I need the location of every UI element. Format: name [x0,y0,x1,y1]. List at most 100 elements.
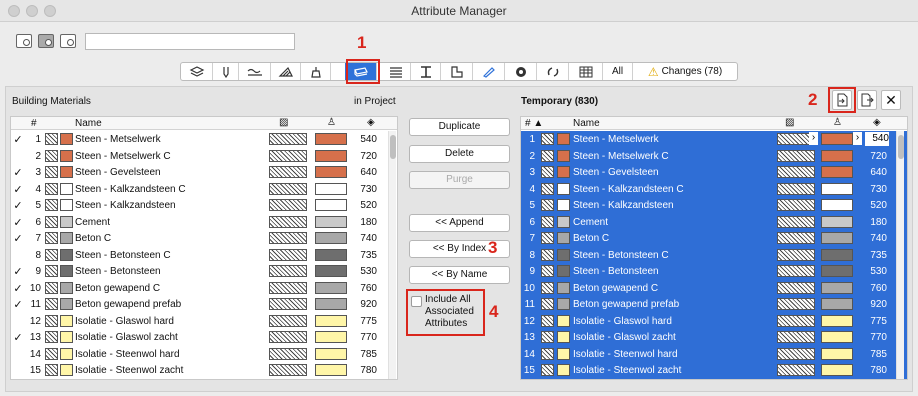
export-file-icon[interactable] [857,90,877,110]
building-materials-icon[interactable] [345,63,377,80]
table-row[interactable]: 12 Isolatie - Glaswol hard 775 [11,313,397,330]
table-row[interactable]: ✓ 6 Cement 180 [11,214,397,231]
checkmark-icon: ✓ [13,134,23,146]
detail-view-icon[interactable] [60,34,76,48]
markup-styles-icon[interactable] [473,63,505,80]
table-row[interactable]: ✓ 10 Beton gewapend C 760 [11,280,397,297]
table-row[interactable]: 14 Isolatie - Steenwol hard 785 [521,345,907,362]
color-swatch [557,166,570,178]
col-name-header[interactable]: Name [75,118,102,129]
table-row[interactable]: ✓ 5 Steen - Kalkzandsteen 520 [11,197,397,214]
checkmark-icon: ✓ [13,266,23,278]
row-index: 15 [523,365,535,376]
renovation-icon[interactable] [537,63,569,80]
row-index: 11 [30,299,41,310]
checkmark-icon: ✓ [13,183,23,196]
cut-fill-pattern [777,199,815,211]
surface-color-swatch [315,248,347,261]
row-index: 1 [529,134,535,145]
layers-icon[interactable] [181,63,213,80]
table-row[interactable]: 9 Steen - Betonsteen 530 [521,263,907,280]
table-row[interactable]: 6 Cement 180 [521,213,907,230]
list-view-icon[interactable] [16,34,32,48]
surface-color-swatch [315,199,347,211]
table-row[interactable]: 8 Steen - Betonsteen C 735 [11,247,397,264]
color-swatch [557,265,570,277]
surface-color-swatch [315,298,347,310]
table-row[interactable]: 10 Beton gewapend C 760 [521,279,907,296]
col-index-header[interactable]: # [31,118,37,129]
split-view-icon[interactable] [38,34,54,48]
profiles-icon[interactable] [411,63,441,80]
composites-icon[interactable] [381,63,411,80]
delete-button[interactable]: Delete [409,145,510,163]
table-row[interactable]: ✓ 13 Isolatie - Glaswol zacht 770 [11,329,397,346]
row-name: Isolatie - Steenwol zacht [75,365,184,376]
surface-color-swatch [821,281,853,294]
table-row[interactable]: 15 Isolatie - Steenwol zacht 780 [11,362,397,379]
surface-color-swatch [315,364,347,376]
color-swatch [60,281,73,294]
pens-icon[interactable] [213,63,239,80]
table-row[interactable]: 2 Steen - Metselwerk C 720 [521,147,907,164]
left-scrollbar[interactable] [388,131,396,379]
operation-profiles-icon[interactable] [569,63,603,80]
close-icon[interactable]: ✕ [881,90,901,110]
col-index-sorted-header[interactable]: # ▲ [525,118,543,129]
surface-color-swatch [821,364,853,376]
cut-fill-pattern [777,331,815,343]
linetypes-icon[interactable] [239,63,271,80]
col-name-header-right[interactable]: Name [573,118,600,129]
chevron-right-icon[interactable]: › [809,132,818,145]
by-name-button[interactable]: << By Name [409,266,510,284]
row-name: Beton C [573,233,610,244]
row-name: Isolatie - Glaswol zacht [573,332,676,343]
duplicate-button[interactable]: Duplicate [409,118,510,136]
chevron-right-icon[interactable]: › [853,132,862,145]
include-all-label: Include All Associated Attributes [425,294,474,329]
table-row[interactable]: ✓ 3 Steen - Gevelsteen 640 [11,164,397,181]
table-row[interactable]: 3 Steen - Gevelsteen 640 [521,164,907,181]
cut-fill-pattern [777,364,815,376]
table-row[interactable]: 14 Isolatie - Steenwol hard 785 [11,346,397,363]
row-priority-value: 780 [870,365,887,376]
row-name: Beton gewapend prefab [75,299,182,310]
table-row[interactable]: 5 Steen - Kalkzandsteen 520 [521,197,907,214]
cut-fill-pattern [269,166,307,178]
table-row[interactable]: 2 Steen - Metselwerk C 720 [11,148,397,165]
table-row[interactable]: 11 Beton gewapend prefab 920 [521,296,907,313]
right-scroll-thumb[interactable] [898,135,904,159]
surface-color-swatch [315,215,347,228]
surfaces-icon[interactable] [301,63,331,80]
fills-icon[interactable] [271,63,301,80]
zone-categories-icon[interactable] [441,63,473,80]
fill-pattern-icon [541,331,554,343]
table-row[interactable]: ✓ 9 Steen - Betonsteen 530 [11,263,397,280]
purge-button[interactable]: Purge [409,171,510,189]
table-row[interactable]: 13 Isolatie - Glaswol zacht 770 [521,329,907,346]
table-row[interactable]: 12 Isolatie - Glaswol hard 775 [521,312,907,329]
table-row[interactable]: 1 Steen - Metselwerk 540 › › [521,131,907,148]
row-priority-value: 735 [360,249,377,261]
table-row[interactable]: 8 Steen - Betonsteen C 735 [521,246,907,263]
table-row[interactable]: 4 Steen - Kalkzandsteen C 730 [521,180,907,197]
append-button[interactable]: << Append [409,214,510,232]
table-row[interactable]: ✓ 4 Steen - Kalkzandsteen C 730 [11,181,397,198]
include-all-checkbox[interactable] [411,296,422,307]
mep-systems-icon[interactable] [505,63,537,80]
table-row[interactable]: 7 Beton C 740 [521,230,907,247]
row-name: Isolatie - Steenwol hard [75,348,180,360]
right-scrollbar[interactable] [896,131,904,379]
color-swatch [60,215,73,228]
import-file-icon[interactable] [832,90,852,110]
search-input[interactable] [85,33,295,50]
all-tab[interactable]: All [603,63,633,80]
table-row[interactable]: ✓ 7 Beton C 740 [11,230,397,247]
table-row[interactable]: ✓ 1 Steen - Metselwerk 540 [11,131,397,148]
left-scroll-thumb[interactable] [390,135,396,159]
row-name: Steen - Betonsteen [573,266,659,277]
surface-color-swatch [315,347,347,360]
table-row[interactable]: ✓ 11 Beton gewapend prefab 920 [11,296,397,313]
changes-tab[interactable]: ⚠ Changes (78) [633,63,737,80]
table-row[interactable]: 15 Isolatie - Steenwol zacht 780 [521,362,907,379]
